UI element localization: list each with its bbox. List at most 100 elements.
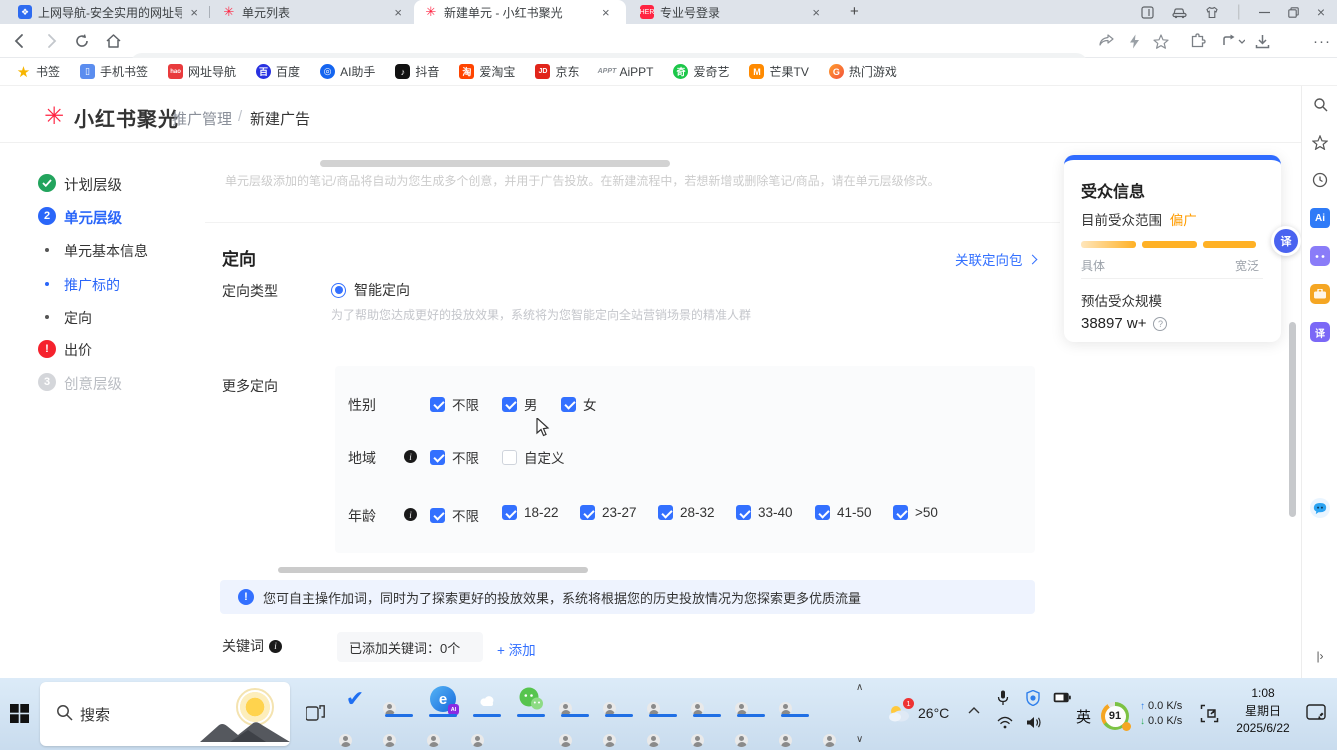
bookmark-item[interactable]: 百百度 <box>256 63 300 80</box>
new-tab-button[interactable]: + <box>850 3 859 20</box>
download-manager-icon[interactable] <box>1172 6 1187 19</box>
edge-browser-icon[interactable] <box>826 718 852 744</box>
edge-browser-icon[interactable] <box>342 718 368 744</box>
step-bidding[interactable]: ! 出价 <box>0 339 200 359</box>
edge-browser-icon[interactable] <box>694 718 720 744</box>
edge-browser-icon[interactable] <box>386 686 412 712</box>
taskbar-weather[interactable]: 1 26°C <box>888 702 949 724</box>
refresh-icon[interactable] <box>72 31 92 51</box>
rail-chat-assistant-icon[interactable] <box>1310 498 1330 518</box>
home-icon[interactable] <box>103 31 123 51</box>
rail-ai-icon[interactable]: Ai <box>1310 208 1330 228</box>
region-info-icon[interactable]: i <box>404 450 417 463</box>
battery-tray-icon[interactable] <box>1053 692 1071 703</box>
checkmark-app-icon[interactable]: ✔ <box>342 686 368 712</box>
step-targeting[interactable]: 定向 <box>0 307 200 327</box>
flash-icon[interactable] <box>1124 31 1144 51</box>
rail-history-icon[interactable] <box>1310 170 1330 190</box>
tab-restore-icon[interactable] <box>1218 31 1248 51</box>
ime-indicator[interactable]: 英 <box>1076 706 1091 727</box>
downloads-icon[interactable] <box>1252 31 1272 51</box>
age-info-icon[interactable]: i <box>404 508 417 521</box>
region-option-custom[interactable]: 自定义 <box>502 447 565 467</box>
microphone-icon[interactable] <box>997 690 1009 706</box>
bookmark-item[interactable]: ◎AI助手 <box>320 63 375 80</box>
age-option-18-22[interactable]: 18-22 <box>502 505 559 520</box>
rail-translate-icon[interactable]: 译 <box>1310 322 1330 342</box>
keywords-add-button[interactable]: + 添加 <box>497 639 536 659</box>
notification-center-icon[interactable] <box>1306 704 1326 722</box>
edge-browser-icon[interactable] <box>738 718 764 744</box>
targeting-package-link[interactable]: 关联定向包 <box>955 249 1036 269</box>
edge-browser-icon[interactable] <box>738 686 764 712</box>
wifi-icon[interactable] <box>997 716 1013 729</box>
edge-browser-icon[interactable] <box>430 718 456 744</box>
age-option-28-32[interactable]: 28-32 <box>658 505 715 520</box>
tab-unit-list[interactable]: ✳ 单元列表 × <box>212 0 412 24</box>
step-plan-level[interactable]: 计划层级 <box>0 173 200 193</box>
forward-icon[interactable] <box>41 31 61 51</box>
qq-browser-icon[interactable] <box>474 686 500 712</box>
rail-games-icon[interactable] <box>1310 246 1330 266</box>
breadcrumb-parent[interactable]: 推广管理 <box>172 108 232 129</box>
taskbar-search-box[interactable]: 搜索 <box>40 682 290 746</box>
task-view-button[interactable] <box>306 705 325 722</box>
restore-button[interactable] <box>1288 7 1299 18</box>
bookmark-item[interactable]: M芒果TV <box>749 63 808 80</box>
region-option-unlimited[interactable]: 不限 <box>430 447 479 467</box>
step-unit-basic-info[interactable]: 单元基本信息 <box>0 240 200 260</box>
bookmark-item[interactable]: APPTAiPPT <box>599 64 653 79</box>
edge-browser-icon[interactable] <box>562 718 588 744</box>
step-unit-level[interactable]: 2 单元层级 <box>0 206 200 226</box>
gender-option-male[interactable]: 男 <box>502 394 538 414</box>
rail-favorites-icon[interactable] <box>1310 132 1330 152</box>
wechat-icon[interactable] <box>518 686 544 712</box>
page-scrollbar-thumb[interactable] <box>1289 322 1296 517</box>
rail-toolbox-icon[interactable] <box>1310 284 1330 304</box>
battery-percentage-ring[interactable]: 91 <box>1101 702 1129 730</box>
bookmark-item[interactable]: ▯手机书签 <box>80 63 148 80</box>
bookmark-item[interactable]: ★书签 <box>16 63 60 80</box>
edge-browser-icon[interactable] <box>782 686 808 712</box>
top-scrollbar-thumb[interactable] <box>320 160 670 167</box>
smart-targeting-radio[interactable]: 智能定向 <box>331 280 410 300</box>
edge-browser-icon[interactable] <box>782 718 808 744</box>
tab-new-unit-active[interactable]: ✳ 新建单元 - 小红书聚光 × <box>414 0 626 24</box>
security-shield-icon[interactable] <box>1026 690 1040 706</box>
age-option-23-27[interactable]: 23-27 <box>580 505 637 520</box>
edge-browser-icon[interactable] <box>386 718 412 744</box>
tab-close-icon[interactable]: × <box>600 6 612 19</box>
theme-skin-icon[interactable] <box>1205 6 1219 19</box>
rail-search-icon[interactable] <box>1310 94 1330 114</box>
age-option-unlimited[interactable]: 不限 <box>430 505 479 525</box>
rail-expand-icon[interactable]: |› <box>1310 646 1330 666</box>
minimize-button[interactable] <box>1259 7 1270 18</box>
bookmark-item[interactable]: 奇爱奇艺 <box>673 63 729 80</box>
taskbar-scroll-up-icon[interactable]: ∧ <box>856 682 863 693</box>
share-icon[interactable] <box>1096 31 1116 51</box>
split-screen-icon[interactable] <box>1141 6 1154 19</box>
start-button[interactable] <box>10 704 29 723</box>
question-circle-icon[interactable]: ? <box>1153 317 1167 331</box>
bookmark-item[interactable]: ♪抖音 <box>395 63 439 80</box>
edge-browser-icon[interactable] <box>650 686 676 712</box>
edge-browser-icon[interactable] <box>650 718 676 744</box>
step-promotion-target[interactable]: 推广标的 <box>0 274 200 294</box>
age-option-41-50[interactable]: 41-50 <box>815 505 872 520</box>
taskbar-scroll-down-icon[interactable]: ∨ <box>856 734 863 745</box>
step-creative-level[interactable]: 3 创意层级 <box>0 372 200 392</box>
edge-browser-icon[interactable] <box>518 718 544 744</box>
gender-option-female[interactable]: 女 <box>561 394 597 414</box>
tab-nav-site[interactable]: ❖ 上网导航-安全实用的网址导航 × <box>8 0 208 24</box>
speaker-icon[interactable] <box>1026 716 1042 729</box>
more-menu-icon[interactable]: ··· <box>1312 31 1332 51</box>
tab-pro-login[interactable]: HER 专业号登录 × <box>630 0 830 24</box>
screen-capture-icon[interactable] <box>1200 704 1219 723</box>
bookmark-item[interactable]: 淘爱淘宝 <box>459 63 515 80</box>
keywords-info-icon[interactable]: i <box>269 640 282 653</box>
tab-close-icon[interactable]: × <box>810 6 822 19</box>
bookmark-item[interactable]: JD京东 <box>535 63 579 80</box>
clock-block[interactable]: 1:08 星期日 2025/6/22 <box>1228 686 1298 735</box>
gender-option-unlimited[interactable]: 不限 <box>430 394 479 414</box>
age-option-50plus[interactable]: >50 <box>893 505 938 520</box>
